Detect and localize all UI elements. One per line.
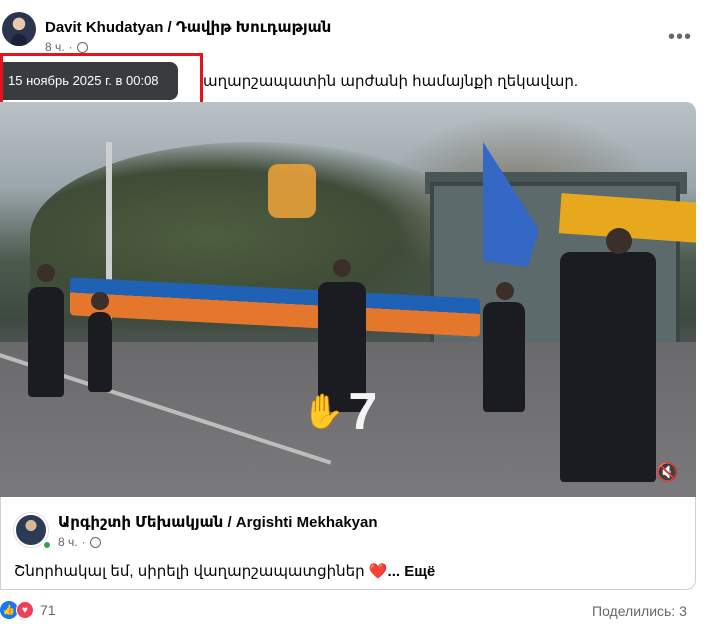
author-avatar[interactable] bbox=[2, 12, 36, 46]
post-video[interactable]: ✋ 7 🔇 bbox=[0, 102, 696, 497]
reactions-summary[interactable]: 👍 ♥ 71 bbox=[0, 601, 56, 619]
person-head bbox=[333, 259, 351, 277]
person-head bbox=[606, 228, 632, 254]
happy-town-sign bbox=[268, 164, 316, 218]
shared-time[interactable]: 8 ч. bbox=[58, 535, 78, 549]
shares-count[interactable]: Поделились: 3 bbox=[592, 603, 687, 619]
shared-meta: 8 ч. · bbox=[58, 535, 101, 549]
mute-icon[interactable]: 🔇 bbox=[656, 462, 678, 483]
post-text: աղարշապատին արժանի համայնքի ղեկավար. bbox=[203, 73, 579, 90]
online-status-dot bbox=[42, 540, 52, 550]
channel-watermark: ✋ 7 bbox=[302, 383, 378, 441]
person bbox=[28, 287, 64, 397]
shared-text: Շնորհակալ եմ, սիրելի վաղարշապատցիներ ❤️.… bbox=[14, 563, 436, 580]
more-options-icon[interactable]: ••• bbox=[668, 26, 692, 49]
person-head bbox=[496, 282, 514, 300]
post-time[interactable]: 8 ч. bbox=[45, 40, 65, 54]
reaction-count[interactable]: 71 bbox=[40, 602, 56, 618]
heart-emoji-icon: ❤️ bbox=[368, 563, 388, 580]
person-head bbox=[91, 292, 109, 310]
love-icon: ♥ bbox=[16, 601, 34, 619]
facebook-post: Davit Khudatyan / Դավիթ Խուդաթյան 8 ч. ·… bbox=[0, 0, 708, 630]
globe-icon bbox=[89, 536, 101, 548]
person bbox=[560, 252, 656, 482]
post-author[interactable]: Davit Khudatyan / Դավիթ Խուդաթյան bbox=[45, 18, 331, 36]
shared-author[interactable]: Արգիշտի Մեխակյան / Argishti Mekhakyan bbox=[58, 513, 378, 531]
post-meta: 8 ч. · bbox=[45, 40, 88, 54]
person bbox=[88, 312, 112, 392]
person-head bbox=[37, 264, 55, 282]
person bbox=[483, 302, 525, 412]
see-more-link[interactable]: ... Ещё bbox=[388, 563, 436, 580]
handshake-icon: ✋ bbox=[302, 393, 345, 431]
globe-icon bbox=[76, 41, 88, 53]
